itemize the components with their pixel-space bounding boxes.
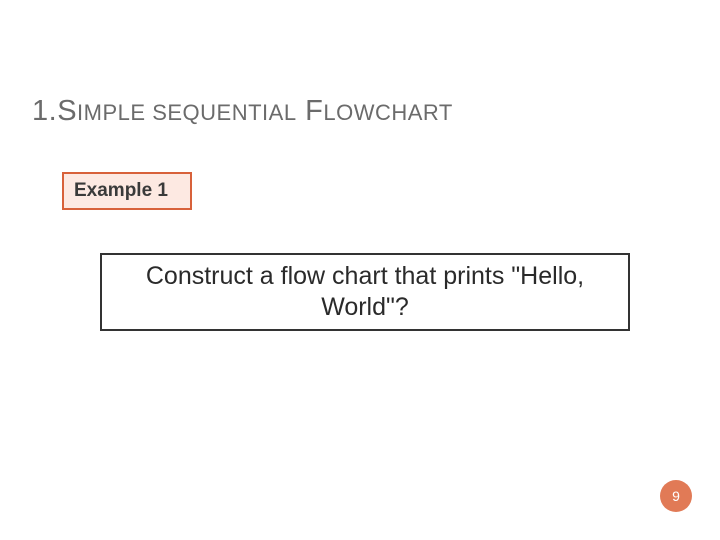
heading-word-simple: IMPLE [77, 100, 146, 125]
heading-cap-f: F [297, 95, 324, 127]
question-text: Construct a flow chart that prints "Hell… [112, 261, 618, 324]
example-label-box: Example 1 [62, 172, 192, 210]
example-label-text: Example 1 [74, 180, 168, 202]
question-box: Construct a flow chart that prints "Hell… [100, 253, 630, 331]
page-number-text: 9 [672, 488, 680, 504]
heading-word-lowchart: LOWCHART [323, 100, 453, 125]
heading-number: 1. [32, 95, 57, 127]
heading-cap-s: S [57, 95, 77, 127]
heading-word-sequential: SEQUENTIAL [152, 100, 296, 125]
page-number-badge: 9 [660, 480, 692, 512]
slide-heading: 1.SIMPLE SEQUENTIAL FLOWCHART [32, 95, 453, 128]
